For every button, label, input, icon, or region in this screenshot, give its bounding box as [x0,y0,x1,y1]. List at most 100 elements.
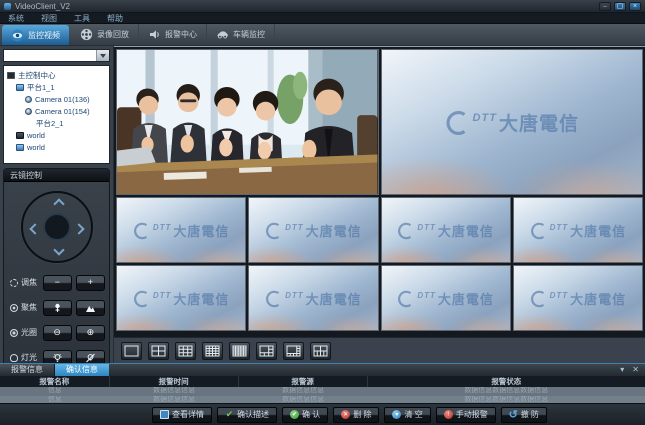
tree-item[interactable]: 平台1_1 [5,81,108,93]
menu-tools[interactable]: 工具 [74,13,90,24]
layout-4-window-button[interactable] [148,342,169,360]
dpad-right-icon[interactable] [73,223,84,234]
layout-8-window-button[interactable] [283,342,304,360]
chevron-down-icon[interactable] [96,50,109,61]
video-cell-idle[interactable]: DTT 大唐電信 [381,265,511,331]
collapse-panel-icon[interactable]: ▾ [620,364,624,376]
light-off-button[interactable] [76,350,105,364]
camera-icon [25,96,32,103]
logo-name: 大唐電信 [499,109,579,136]
menu-help[interactable]: 帮助 [107,13,123,24]
clear-icon: ▾ [392,410,401,419]
layout-10-window-button[interactable] [310,342,331,360]
video-cell-idle[interactable]: DTT 大唐電信 [381,197,511,263]
focus-far-button[interactable] [76,300,105,316]
dpad-down-icon[interactable] [53,244,64,255]
confirm-description-button[interactable]: ✔ 确认描述 [217,407,277,423]
video-cell-live[interactable] [116,49,379,195]
tree-item[interactable]: world [5,141,108,153]
maximize-button[interactable]: ▢ [614,2,626,11]
plus-icon: + [88,276,93,289]
bulb-on-icon [52,353,63,363]
sidebar: 主控制中心平台1_1Camera 01(136)Camera 01(154)平台… [0,46,114,363]
iris-close-button[interactable]: ⊖ [43,325,72,341]
video-cell-idle[interactable]: DTT 大唐電信 [248,197,378,263]
layout-1-window-button[interactable] [121,342,142,360]
tab-alarm-info[interactable]: 报警信息 [0,364,55,376]
logo-abbr: DTT [285,223,304,232]
tab-playback[interactable]: 录像回放 [71,24,139,45]
tree-item[interactable]: 平台2_1 [5,117,108,129]
logo-abbr: DTT [550,291,569,300]
ptz-row-label: 调焦 [21,277,39,288]
alarm-table-row[interactable]: 信息数据信息信息数据信息信息数据信息数据信息数据信息 [0,387,645,396]
layout-bar [114,337,645,363]
video-cell-idle[interactable]: DTT 大唐電信 [116,197,246,263]
alarm-cell: 数据信息数据信息数据信息 [368,387,645,396]
minus-icon: − [55,276,60,289]
video-cell-idle[interactable]: DTT 大唐電信 [513,197,643,263]
layout-6-window-button[interactable] [256,342,277,360]
tab-label: 车辆监控 [233,29,265,40]
close-button[interactable]: × [629,2,641,11]
logo-arc-icon [397,290,415,308]
layout-25-window-button[interactable] [229,342,250,360]
manual-alarm-button[interactable]: ! 手动报警 [436,407,496,423]
tree-item[interactable]: 主控制中心 [5,69,108,81]
video-cell-idle[interactable]: DTT 大唐電信 [248,265,378,331]
ptz-row-label: 光圈 [21,327,39,338]
confirm-button[interactable]: ✔ 确 认 [282,407,328,423]
tab-vehicle-monitor[interactable]: 车辆监控 [207,24,275,45]
layout-9-window-button[interactable] [175,342,196,360]
video-cell-idle[interactable]: DTT 大唐電信 [381,49,644,195]
logo-abbr: DTT [417,223,436,232]
logo-arc-icon [265,290,283,308]
layout-16-window-button[interactable] [202,342,223,360]
logo-name: 大唐電信 [173,221,229,240]
video-client-window: VideoClient_V2 – ▢ × 系统 视图 工具 帮助 监控视频 录像… [0,0,645,425]
focus-ring-icon [10,279,18,287]
close-panel-icon[interactable]: ✕ [632,364,639,376]
alarm-cell: 数据信息信息 [110,387,239,396]
device-filter-select[interactable] [3,49,110,62]
menu-system[interactable]: 系统 [8,13,24,24]
clear-button[interactable]: ▾ 清 空 [384,407,430,423]
iris-open-button[interactable]: ⊕ [76,325,105,341]
ptz-row-focus: 聚焦 [4,295,109,320]
focus-target-icon [10,304,18,312]
ptz-row-iris: 光圈 ⊖ ⊕ [4,320,109,345]
ptz-row-label: 灯光 [21,352,39,363]
tree-item[interactable]: Camera 01(154) [5,105,108,117]
minimize-button[interactable]: – [599,2,611,11]
menu-view[interactable]: 视图 [41,13,57,24]
alarm-action-bar: 查看详情 ✔ 确认描述 ✔ 确 认 ✕ 删 除 ▾ 清 空 ! 手动报警 ↺ 撤… [0,403,645,425]
dpad-left-icon[interactable] [29,223,40,234]
button-label: 查看详情 [172,409,204,420]
video-grid: DTT 大唐電信 DTT 大唐電信 DTT 大唐電信 DTT 大唐電信 [114,47,645,337]
disarm-button[interactable]: ↺ 撤 防 [501,407,547,423]
alarm-cell: 信息 [0,387,110,396]
view-details-button[interactable]: 查看详情 [152,407,212,423]
zoom-in-button[interactable]: + [76,275,105,291]
tab-live-video[interactable]: 监控视频 [2,25,69,45]
datang-telecom-logo: DTT 大唐電信 [530,221,627,240]
dpad-center[interactable] [43,213,71,241]
video-cell-idle[interactable]: DTT 大唐電信 [116,265,246,331]
alarm-cell: 数据信息信息 [239,387,368,396]
tab-confirm-info[interactable]: 确认信息 [55,364,109,376]
manual-alarm-icon: ! [444,410,453,419]
light-on-button[interactable] [43,350,72,364]
zoom-out-button[interactable]: − [43,275,72,291]
button-label: 手动报警 [456,409,488,420]
dpad-up-icon[interactable] [53,198,64,209]
video-cell-idle[interactable]: DTT 大唐電信 [513,265,643,331]
focus-near-button[interactable] [43,300,72,316]
delete-icon: ✕ [341,410,350,419]
tree-item-label: 平台1_1 [27,82,55,93]
ptz-dpad[interactable] [21,191,93,263]
tab-alarm-center[interactable]: 报警中心 [139,24,207,45]
tree-item[interactable]: world [5,129,108,141]
tree-item[interactable]: Camera 01(136) [5,93,108,105]
ptz-row-zoom: 调焦 − + [4,270,109,295]
delete-button[interactable]: ✕ 删 除 [333,407,379,423]
